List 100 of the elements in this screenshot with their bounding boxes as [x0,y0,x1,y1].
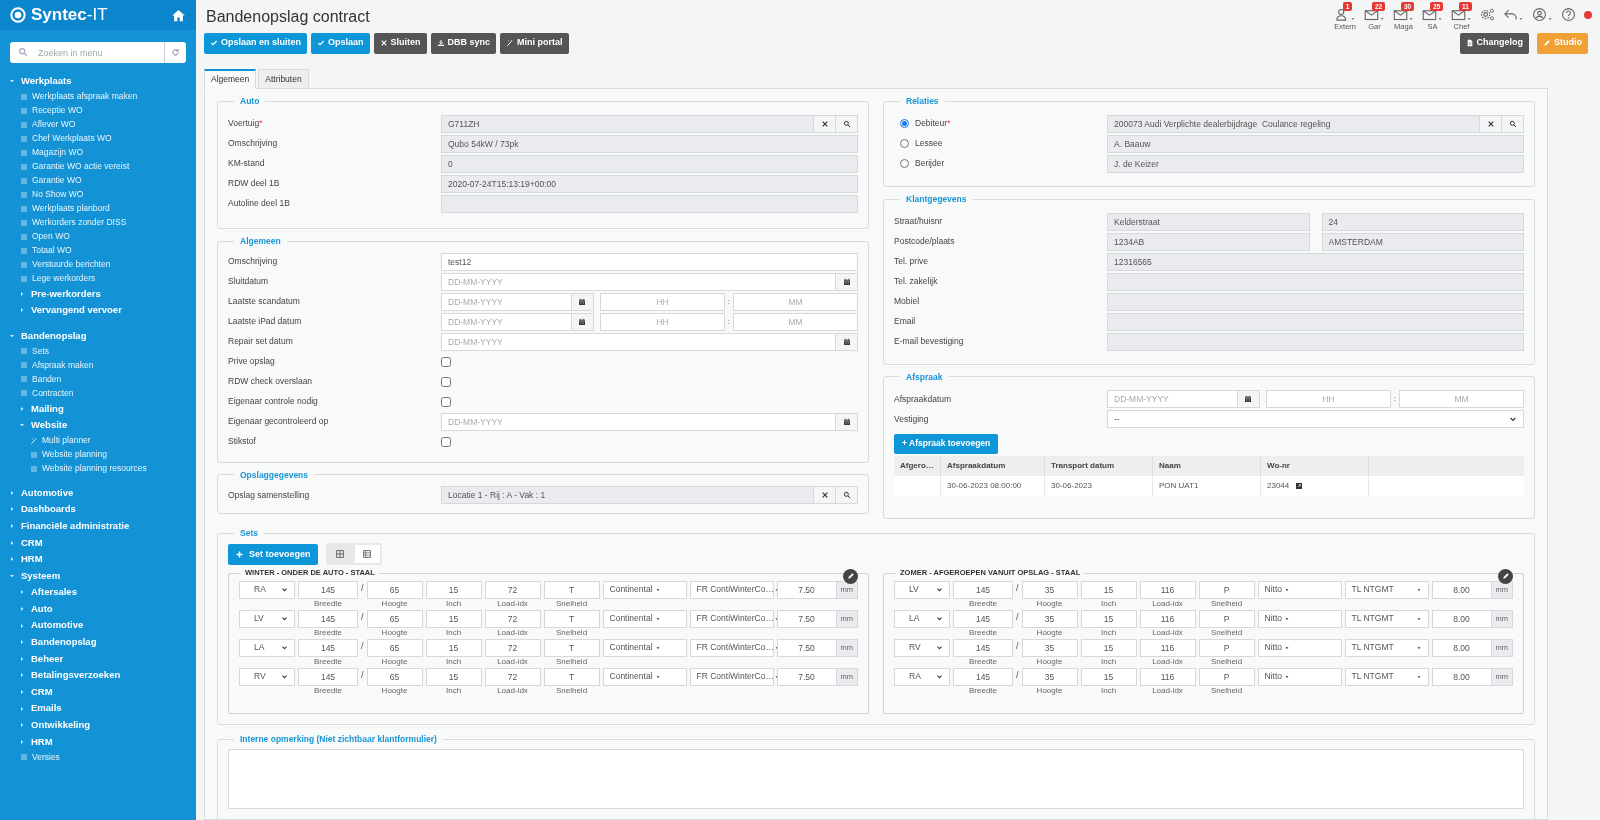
position-select[interactable]: LA [239,638,295,657]
readonly-field[interactable]: AMSTERDAM [1321,232,1524,251]
tyre-size-field[interactable]: 35 [1021,609,1078,628]
tyre-size-field[interactable]: 15 [1080,580,1137,599]
tab[interactable]: Attributen [258,69,309,89]
view-button[interactable] [354,545,380,564]
position-select[interactable]: RA [239,580,295,599]
tyre-size-field[interactable]: 35 [1021,638,1078,657]
tyre-size-field[interactable]: 145 [298,609,358,628]
date-field[interactable]: DD-MM-YYYY [441,312,572,331]
date-field[interactable]: DD-MM-YYYY [441,292,572,311]
position-select[interactable]: RV [239,667,295,686]
model-dropdown[interactable]: TL NTGMT [1344,580,1429,599]
toolbar-icon-button[interactable] [1532,7,1553,22]
model-dropdown[interactable]: FR ContiWinterCo… [689,580,774,599]
toolbar-icon-button[interactable] [1480,7,1495,22]
tyre-size-field[interactable]: P [1198,580,1255,599]
model-dropdown[interactable]: FR ContiWinterCo… [689,609,774,628]
tyre-size-field[interactable]: T [543,638,600,657]
tyre-size-field[interactable]: 72 [484,609,541,628]
tyre-size-field[interactable]: 72 [484,667,541,686]
tyre-size-field[interactable]: P [1198,638,1255,657]
brand-dropdown[interactable]: Nitto [1257,609,1342,628]
hour-field[interactable]: HH [599,312,725,331]
brand-dropdown[interactable]: Continental [602,667,687,686]
menu-search-field[interactable]: Zoeken in menu [10,42,164,63]
position-select[interactable]: RA [894,667,950,686]
calendar-button[interactable] [1237,390,1260,409]
edit-button[interactable] [843,568,858,584]
tyre-size-field[interactable]: 65 [366,638,423,657]
tyre-size-field[interactable]: 145 [298,667,358,686]
tyre-size-field[interactable]: 116 [1139,667,1196,686]
calendar-button[interactable] [836,332,858,351]
search-button[interactable] [1502,114,1524,133]
calendar-button[interactable] [836,412,858,431]
home-button[interactable] [171,7,186,23]
tab[interactable]: Algemeen [204,69,257,89]
tyre-size-field[interactable]: 15 [425,667,482,686]
readonly-field[interactable]: 24 [1321,212,1524,231]
toolbar-button[interactable]: Sluiten [373,32,427,54]
tyre-size-field[interactable]: 35 [1021,667,1078,686]
readonly-field[interactable]: Kelderstraat [1107,212,1310,231]
lookup-field[interactable]: G711ZH [441,114,814,133]
tread-depth-field[interactable]: 7.50 [776,580,837,599]
tyre-size-field[interactable]: 65 [366,580,423,599]
calendar-button[interactable] [571,292,594,311]
readonly-field[interactable] [1107,312,1524,331]
date-field[interactable]: DD-MM-YYYY [1107,390,1238,409]
date-field[interactable]: DD-MM-YYYY [441,272,836,291]
select-field[interactable]: -- [1107,410,1524,429]
calendar-button[interactable] [571,312,594,331]
tyre-size-field[interactable]: T [543,667,600,686]
tyre-size-field[interactable]: 116 [1139,580,1196,599]
readonly-field[interactable]: 1234AB [1107,232,1310,251]
readonly-field[interactable] [1107,292,1524,311]
model-dropdown[interactable]: FR ContiWinterCo… [689,638,774,657]
tyre-size-field[interactable]: 72 [484,638,541,657]
brand-dropdown[interactable]: Nitto [1257,638,1342,657]
toolbar-icon-button[interactable] [1503,7,1524,22]
column-header[interactable]: Afspraakdatum [941,455,1045,476]
checkbox[interactable] [441,376,451,387]
minute-field[interactable]: MM [733,312,858,331]
model-dropdown[interactable]: TL NTGMT [1344,667,1429,686]
minute-field[interactable]: MM [733,292,858,311]
tyre-size-field[interactable]: 65 [366,609,423,628]
tyre-size-field[interactable]: P [1198,667,1255,686]
date-field[interactable]: DD-MM-YYYY [441,412,836,431]
checkbox[interactable] [441,356,451,367]
column-header[interactable]: Wo-nr [1261,455,1369,476]
tread-depth-field[interactable]: 8.00 [1431,609,1492,628]
tyre-size-field[interactable]: 15 [425,609,482,628]
tyre-size-field[interactable]: 145 [953,580,1013,599]
tyre-size-field[interactable]: 116 [1139,638,1196,657]
readonly-field[interactable]: Qubo 54kW / 73pk [441,134,858,153]
position-select[interactable]: LV [894,580,950,599]
brand-dropdown[interactable]: Nitto [1257,580,1342,599]
tread-depth-field[interactable]: 7.50 [776,609,837,628]
toolbar-button[interactable]: Changelog [1459,32,1529,54]
column-header[interactable]: Afgero… [894,455,941,476]
search-button[interactable] [836,114,858,133]
date-field[interactable]: DD-MM-YYYY [441,332,836,351]
tyre-size-field[interactable]: 145 [953,609,1013,628]
position-select[interactable]: LA [894,609,950,628]
tyre-size-field[interactable]: 145 [953,667,1013,686]
tread-depth-field[interactable]: 7.50 [776,638,837,657]
model-dropdown[interactable]: FR ContiWinterCo… [689,667,774,686]
tread-depth-field[interactable]: 8.00 [1431,580,1492,599]
tyre-size-field[interactable]: 72 [484,580,541,599]
lookup-field[interactable]: Locatie 1 - Rij : A - Vak : 1 [441,486,814,505]
search-button[interactable] [836,486,858,505]
model-dropdown[interactable]: TL NTGMT [1344,638,1429,657]
position-select[interactable]: RV [894,638,950,657]
toolbar-icon-button[interactable] [1561,7,1576,22]
column-header[interactable]: Transport datum [1045,455,1153,476]
toolbar-button[interactable]: DBB sync [430,32,497,54]
tyre-size-field[interactable]: 15 [425,580,482,599]
tread-depth-field[interactable]: 8.00 [1431,638,1492,657]
readonly-field[interactable] [441,194,858,213]
tyre-size-field[interactable]: T [543,609,600,628]
tyre-size-field[interactable]: T [543,580,600,599]
